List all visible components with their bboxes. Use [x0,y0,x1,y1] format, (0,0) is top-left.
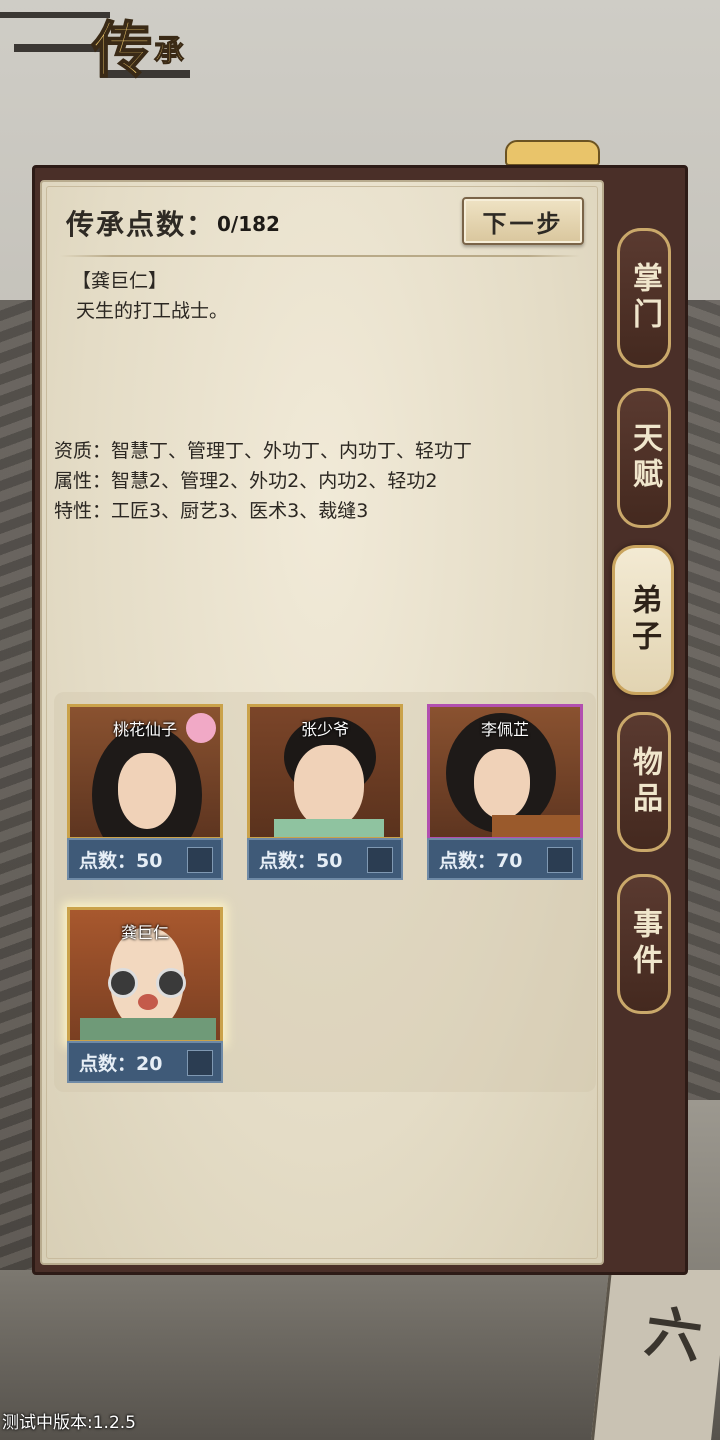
tab-label: 掌门 [627,262,662,334]
tab-events[interactable]: 事件 [617,874,671,1014]
title-brush-stroke [14,44,104,52]
cloud-ornament-icon [505,140,600,166]
tab-leader[interactable]: 掌门 [617,228,671,368]
points-label: 传承点数： [66,208,217,241]
tab-items[interactable]: 物品 [617,712,671,852]
tab-label: 天赋 [627,422,662,494]
select-checkbox[interactable] [367,847,393,873]
tab-label: 事件 [627,908,662,980]
cost-bar: 点数：50 [247,838,403,880]
attributes-line: 属性：智慧2、管理2、外功2、内功2、轻功2 [54,470,438,492]
cost-bar: 点数：50 [67,838,223,880]
tab-talent[interactable]: 天赋 [617,388,671,528]
cost-bar: 点数：70 [427,838,583,880]
select-checkbox[interactable] [187,847,213,873]
tab-disciples[interactable]: 弟子 [612,545,674,695]
goggle-icon [108,968,138,998]
traits-line: 特性：工匠3、厨艺3、医术3、裁缝3 [54,500,369,522]
disciple-name: 龚巨仁 [120,923,169,942]
disciple-card[interactable]: 张少爷 点数：50 [247,704,403,880]
disciple-name: 张少爷 [300,720,349,739]
header-divider [60,255,580,257]
page-title: 传 承 [0,0,220,90]
disciple-name: 李佩芷 [480,720,529,739]
disciple-card[interactable]: 桃花仙子 点数：50 [67,704,223,880]
cost-text: 点数：70 [439,849,523,872]
selected-character-name: 【龚巨仁】 [72,270,168,292]
title-main-char: 传 [91,15,153,87]
disciple-card[interactable]: 李佩芷 点数：70 [427,704,583,880]
cost-text: 点数：50 [259,849,343,872]
next-step-button[interactable]: 下一步 [462,197,584,245]
tab-label: 弟子 [626,584,661,656]
points-value: 0/182 [217,212,280,236]
selected-character-description: 天生的打工战士。 [76,300,229,322]
select-checkbox[interactable] [187,1050,213,1076]
cost-text: 点数：50 [79,849,163,872]
disciple-name: 桃花仙子 [112,720,177,739]
version-label: 测试中版本:1.2.5 [2,1413,136,1433]
cost-bar: 点数：20 [67,1041,223,1083]
cost-text: 点数：20 [79,1052,163,1075]
title-sub-char: 承 [154,34,185,70]
disciple-card[interactable]: 龚巨仁 点数：20 [67,907,223,1083]
select-checkbox[interactable] [547,847,573,873]
background-poster-text: 六 [641,1298,706,1372]
aptitude-line: 资质：智慧丁、管理丁、外功丁、内功丁、轻功丁 [54,440,473,462]
tab-label: 物品 [627,746,662,818]
goggle-icon [156,968,186,998]
